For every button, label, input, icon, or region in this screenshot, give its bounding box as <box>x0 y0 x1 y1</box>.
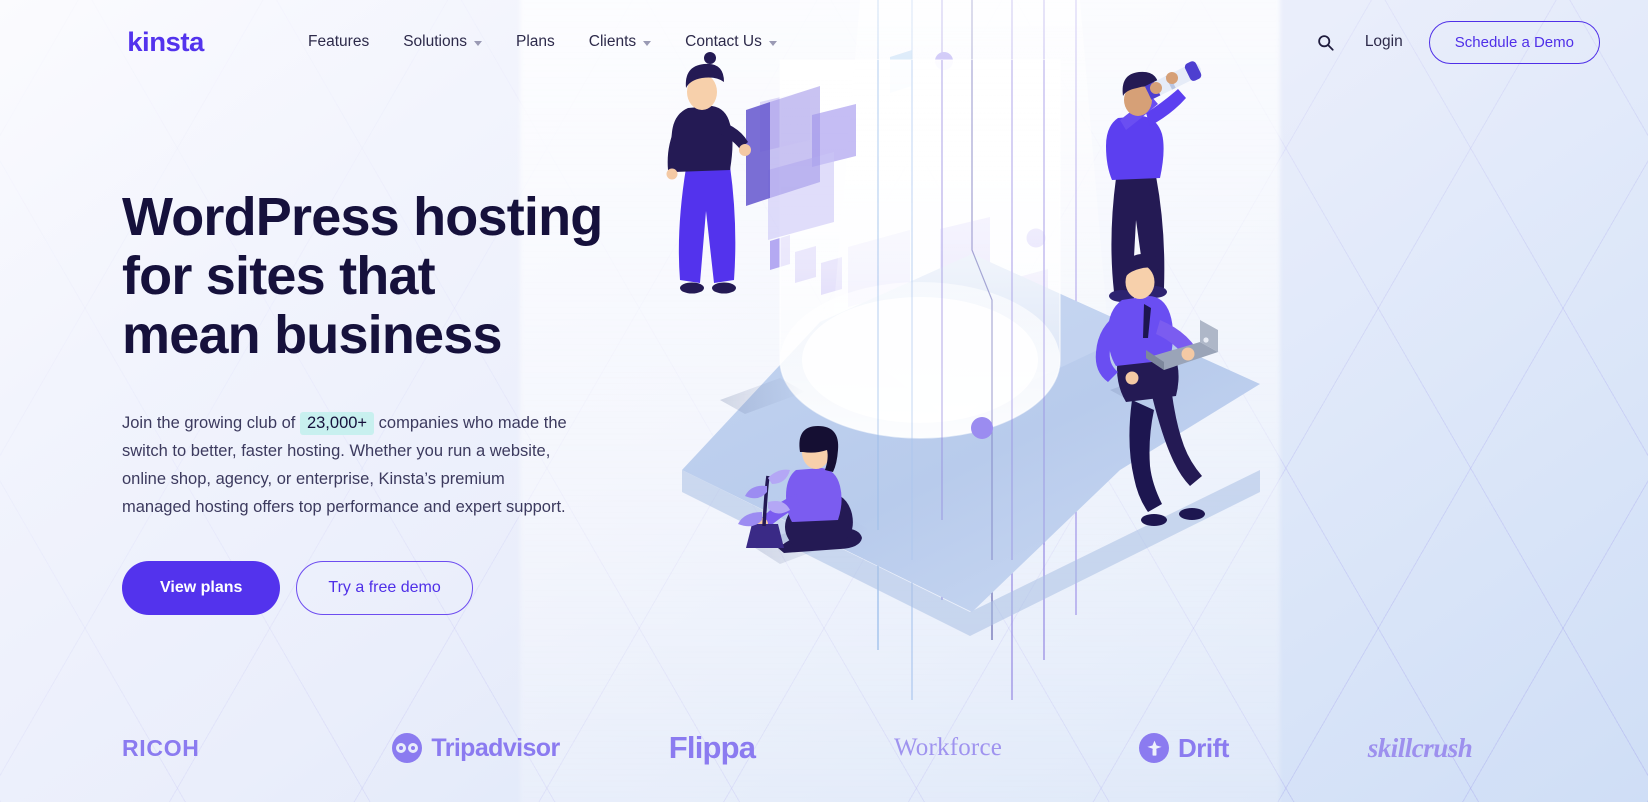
ricoh-wordmark: RICOH <box>122 734 200 761</box>
nav-item-clients[interactable]: Clients <box>588 33 652 51</box>
hero-section: WordPress hosting for sites that mean bu… <box>122 188 702 616</box>
figure-man-telescope <box>1106 61 1202 402</box>
main-navigation: Features Solutions Plans Clients Contact… <box>308 33 777 51</box>
nav-label: Plans <box>515 33 555 50</box>
nav-label: Contact Us <box>685 33 762 50</box>
nav-item-features[interactable]: Features <box>308 33 369 51</box>
client-logo-skillcrush[interactable]: skillcrush <box>1302 733 1538 764</box>
nav-label: Features <box>308 33 370 50</box>
nav-item-solutions[interactable]: Solutions <box>403 33 482 51</box>
client-logo-drift[interactable]: Drift <box>1066 733 1302 764</box>
kinsta-logo[interactable]: kinsta <box>127 27 204 58</box>
page-title: WordPress hosting for sites that mean bu… <box>122 188 702 365</box>
node-dot <box>1026 228 1046 248</box>
description-part-1: Join the growing club of <box>122 413 296 432</box>
client-logo-tripadvisor[interactable]: Tripadvisor <box>358 733 594 763</box>
client-logo-strip: RICOH Tripadvisor Flippa Workforce Drift <box>0 694 1648 802</box>
skillcrush-wordmark: skillcrush <box>1367 732 1473 763</box>
owl-eye-right <box>408 743 419 753</box>
figure-man-laptop <box>1095 253 1218 526</box>
search-icon[interactable] <box>1313 29 1339 55</box>
nav-label: Clients <box>588 33 637 50</box>
hero-page: kinsta Features Solutions Plans Clients … <box>0 0 1648 802</box>
try-free-demo-button[interactable]: Try a free demo <box>296 561 473 616</box>
chevron-down-icon <box>473 40 482 46</box>
glowing-cylinder <box>779 59 1061 439</box>
drift-icon <box>1139 733 1170 763</box>
chevron-down-icon <box>768 40 777 46</box>
headline-line-3: mean business <box>122 304 503 365</box>
headline-line-1: WordPress hosting <box>122 187 603 247</box>
site-header: kinsta Features Solutions Plans Clients … <box>0 0 1648 84</box>
hero-description: Join the growing club of 23,000+ compani… <box>122 409 568 522</box>
header-actions: Login Schedule a Demo <box>1313 20 1600 64</box>
customer-count-badge: 23,000+ <box>299 411 375 435</box>
chevron-down-icon <box>643 40 652 46</box>
nav-label: Solutions <box>403 33 467 50</box>
node-dot <box>971 417 993 439</box>
view-plans-button[interactable]: View plans <box>122 561 281 616</box>
hero-illustration <box>620 0 1320 740</box>
drift-wordmark: Drift <box>1178 732 1229 763</box>
nav-item-plans[interactable]: Plans <box>516 33 555 51</box>
tripadvisor-wordmark: Tripadvisor <box>431 733 560 762</box>
login-link[interactable]: Login <box>1365 33 1403 51</box>
owl-icon <box>392 733 423 763</box>
client-logo-workforce[interactable]: Workforce <box>830 734 1066 762</box>
client-logo-ricoh[interactable]: RICOH <box>122 735 358 762</box>
client-logo-flippa[interactable]: Flippa <box>594 730 830 766</box>
headline-line-2: for sites that <box>122 245 436 306</box>
figure-woman-sitting <box>738 426 870 564</box>
flippa-wordmark: Flippa <box>668 730 756 765</box>
schedule-demo-button[interactable]: Schedule a Demo <box>1428 20 1600 64</box>
workforce-wordmark: Workforce <box>893 734 1003 761</box>
cta-button-row: View plans Try a free demo <box>122 561 702 616</box>
iso-platform <box>682 254 1260 636</box>
nav-item-contact-us[interactable]: Contact Us <box>685 33 777 51</box>
laptop-icon <box>1146 320 1218 370</box>
owl-eye-left <box>396 743 407 753</box>
